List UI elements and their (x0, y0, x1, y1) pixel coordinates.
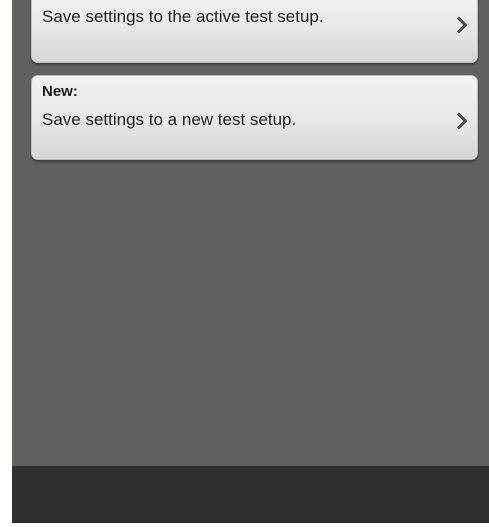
save-to-active-setup-option[interactable]: Save settings to the active test setup. (31, 0, 478, 63)
chevron-right-icon (450, 112, 468, 130)
chevron-right-icon (450, 16, 468, 34)
option-description: Save settings to the active test setup. (42, 7, 324, 26)
option-title: New: (42, 83, 78, 100)
device-bezel: Save settings to the active test setup. … (0, 0, 489, 527)
option-description: Save settings to a new test setup. (42, 110, 297, 129)
screen: Save settings to the active test setup. … (12, 0, 489, 466)
save-to-new-setup-option[interactable]: New: Save settings to a new test setup. (31, 75, 478, 160)
bottom-bar (12, 466, 489, 523)
